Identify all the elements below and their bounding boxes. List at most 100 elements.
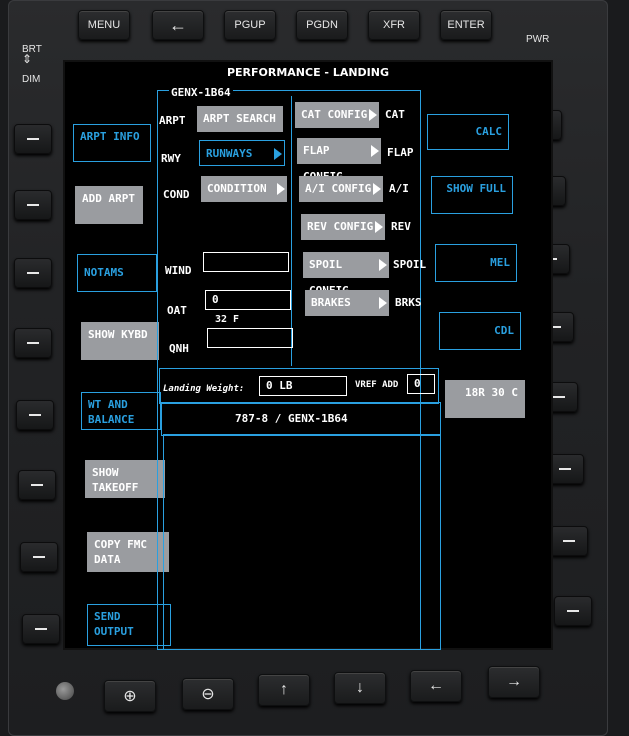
menu-key[interactable]: MENU xyxy=(78,10,130,40)
chevron-right-icon xyxy=(379,259,387,271)
rev-config-button[interactable]: REV CONFIG xyxy=(301,214,385,240)
enter-key-label: ENTER xyxy=(447,19,485,31)
dash-icon xyxy=(27,272,39,274)
back-key[interactable]: ← xyxy=(152,10,204,40)
brakes-button[interactable]: BRAKES xyxy=(305,290,389,316)
dash-icon xyxy=(29,414,41,416)
dash-icon xyxy=(27,204,39,206)
arpt-search-button[interactable]: ARPT SEARCH xyxy=(197,106,283,132)
xfr-key-label: XFR xyxy=(383,19,405,31)
power-indicator xyxy=(56,682,74,700)
cat-config-button[interactable]: CAT CONFIG xyxy=(295,102,379,128)
left-button[interactable]: ← xyxy=(410,670,462,702)
chevron-right-icon xyxy=(274,148,282,160)
wind-label: WIND xyxy=(165,264,192,277)
vref-add-label: VREF ADD xyxy=(355,380,399,390)
runway-temp-button[interactable]: 18R 30 C xyxy=(445,380,525,418)
lsk-right-6[interactable] xyxy=(546,454,584,484)
zoom-in-button[interactable]: ⊕ xyxy=(104,680,156,712)
wind-input[interactable] xyxy=(203,252,289,272)
chevron-right-icon xyxy=(373,183,381,195)
lsk-left-4[interactable] xyxy=(14,328,52,358)
down-button[interactable]: ↓ xyxy=(334,672,386,704)
show-full-button[interactable]: SHOW FULL xyxy=(431,176,513,214)
vref-add-input[interactable]: 0 xyxy=(407,374,435,394)
pgup-key[interactable]: PGUP xyxy=(224,10,276,40)
landing-weight-input[interactable]: 0 LB xyxy=(259,376,347,396)
spoil-config-button[interactable]: SPOIL CONFIG xyxy=(303,252,389,297)
pgdn-key[interactable]: PGDN xyxy=(296,10,348,40)
brt-dim-rocker-icon[interactable]: ⇕ xyxy=(22,52,32,66)
arrow-up-icon: ↑ xyxy=(280,681,288,698)
dash-icon xyxy=(27,342,39,344)
flap-config-button[interactable]: FLAP CONFIG xyxy=(297,138,381,183)
dash-icon xyxy=(27,138,39,140)
zoom-out-button[interactable]: ⊖ xyxy=(182,678,234,710)
cond-label: COND xyxy=(163,188,190,201)
display-screen: PERFORMANCE - LANDING ARPT INFO ADD ARPT… xyxy=(65,62,551,650)
oat-label: OAT xyxy=(167,304,187,317)
cdl-button[interactable]: CDL xyxy=(439,312,521,350)
right-button[interactable]: → xyxy=(488,666,540,698)
lsk-left-5[interactable] xyxy=(16,400,54,430)
condition-button-label: CONDITION xyxy=(207,182,267,195)
lsk-left-6[interactable] xyxy=(18,470,56,500)
spoil-value: SPOIL xyxy=(393,258,427,271)
dash-icon xyxy=(31,484,43,486)
dash-icon xyxy=(559,468,571,470)
chevron-right-icon xyxy=(277,183,285,195)
calc-button[interactable]: CALC xyxy=(427,114,509,150)
arpt-label: ARPT xyxy=(159,114,186,127)
landing-weight-label: Landing Weight: xyxy=(163,384,245,394)
dash-icon xyxy=(563,540,575,542)
oat-input[interactable]: 0 xyxy=(205,290,291,310)
lsk-left-8[interactable] xyxy=(22,614,60,644)
show-kybd-button[interactable]: SHOW KYBD xyxy=(81,322,159,360)
zoom-out-icon: ⊖ xyxy=(201,686,215,703)
brks-value: BRKS xyxy=(395,296,422,309)
chevron-right-icon xyxy=(379,297,387,309)
lsk-left-3[interactable] xyxy=(14,258,52,288)
rwy-label: RWY xyxy=(161,152,181,165)
enter-key[interactable]: ENTER xyxy=(440,10,492,40)
engine-label: GENX-1B64 xyxy=(169,86,233,99)
lsk-right-8[interactable] xyxy=(554,596,592,626)
rev-config-label: REV CONFIG xyxy=(307,220,374,233)
qnh-input[interactable] xyxy=(207,328,293,348)
oat-fahrenheit: 32 F xyxy=(215,314,240,325)
back-arrow-icon: ← xyxy=(169,14,187,35)
ai-config-label: A/I CONFIG xyxy=(305,182,372,195)
xfr-key[interactable]: XFR xyxy=(368,10,420,40)
zoom-in-icon: ⊕ xyxy=(123,688,137,705)
dash-icon xyxy=(33,556,45,558)
pwr-label: PWR xyxy=(526,34,550,45)
condition-button[interactable]: CONDITION xyxy=(201,176,287,202)
lsk-left-2[interactable] xyxy=(14,190,52,220)
show-takeoff-button[interactable]: SHOW TAKEOFF xyxy=(85,460,165,498)
add-arpt-button[interactable]: ADD ARPT xyxy=(75,186,143,224)
runways-button[interactable]: RUNWAYS xyxy=(199,140,285,166)
lsk-left-7[interactable] xyxy=(20,542,58,572)
cat-value: CAT xyxy=(385,108,405,121)
notams-button[interactable]: NOTAMS xyxy=(77,254,157,292)
chevron-right-icon xyxy=(369,109,377,121)
ai-value: A/I xyxy=(389,182,409,195)
output-area xyxy=(163,434,441,650)
aircraft-type: 787-8 / GENX-1B64 xyxy=(235,412,348,425)
arpt-info-button[interactable]: ARPT INFO xyxy=(73,124,151,162)
arrow-left-icon: ← xyxy=(428,677,444,694)
mel-button[interactable]: MEL xyxy=(435,244,517,282)
dash-icon xyxy=(553,396,565,398)
dash-icon xyxy=(35,628,47,630)
up-button[interactable]: ↑ xyxy=(258,674,310,706)
lsk-left-1[interactable] xyxy=(14,124,52,154)
pgdn-key-label: PGDN xyxy=(306,19,338,31)
flap-value: FLAP xyxy=(387,146,414,159)
cat-config-label: CAT CONFIG xyxy=(301,108,368,121)
page-title: PERFORMANCE - LANDING xyxy=(226,66,390,79)
ai-config-button[interactable]: A/I CONFIG xyxy=(299,176,383,202)
dim-label: DIM xyxy=(22,74,41,85)
pgup-key-label: PGUP xyxy=(234,19,266,31)
wt-and-balance-button[interactable]: WT AND BALANCE xyxy=(81,392,161,430)
lsk-right-7[interactable] xyxy=(550,526,588,556)
